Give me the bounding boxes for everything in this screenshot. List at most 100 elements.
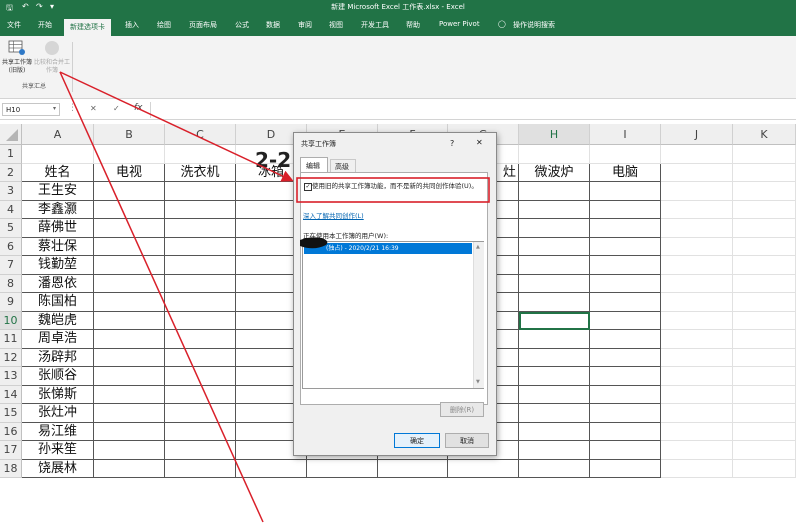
cell-c7[interactable] (165, 256, 236, 275)
cell-b14[interactable] (94, 385, 165, 404)
cell-h15[interactable] (519, 404, 590, 423)
cell-a17[interactable]: 孙来笙 (22, 441, 94, 460)
share-workbook-button[interactable]: 共享工作簿(旧版) (2, 40, 32, 75)
cell-j16[interactable] (661, 422, 733, 441)
cell-h18[interactable] (519, 459, 590, 478)
cell-c2[interactable]: 洗衣机 (165, 163, 236, 182)
cell-c3[interactable] (165, 182, 236, 201)
cell-j5[interactable] (661, 219, 733, 238)
cell-k12[interactable] (733, 348, 796, 367)
cell-c11[interactable] (165, 330, 236, 349)
cell-k18[interactable] (733, 459, 796, 478)
tab-help[interactable]: 帮助 (406, 20, 420, 30)
tab-edit[interactable]: 编辑 (300, 157, 328, 172)
cell-k7[interactable] (733, 256, 796, 275)
cell-b3[interactable] (94, 182, 165, 201)
cell-c18[interactable] (165, 459, 236, 478)
tell-me-search[interactable]: 操作说明搜索 (513, 20, 555, 30)
cell-a3[interactable]: 王生安 (22, 182, 94, 201)
column-header-b[interactable]: B (94, 124, 165, 145)
legacy-sharing-checkbox[interactable]: ✓ (304, 183, 312, 191)
name-box[interactable]: H10 (2, 103, 60, 116)
cell-k15[interactable] (733, 404, 796, 423)
cell-f18[interactable] (378, 459, 448, 478)
cell-j1[interactable] (661, 145, 733, 164)
tab-new-tab[interactable]: 新建选项卡 (64, 19, 111, 36)
cell-b4[interactable] (94, 200, 165, 219)
cell-a5[interactable]: 薛佛世 (22, 219, 94, 238)
cell-k14[interactable] (733, 385, 796, 404)
fx-icon[interactable]: fx (134, 103, 143, 113)
cell-k1[interactable] (733, 145, 796, 164)
tab-data[interactable]: 数据 (266, 20, 280, 30)
cell-k2[interactable] (733, 163, 796, 182)
cell-j17[interactable] (661, 441, 733, 460)
cell-i2[interactable]: 电脑 (590, 163, 661, 182)
cell-i7[interactable] (590, 256, 661, 275)
tab-advanced[interactable]: 高级 (330, 159, 356, 172)
cell-k17[interactable] (733, 441, 796, 460)
cell-b15[interactable] (94, 404, 165, 423)
row-header-3[interactable]: 3 (0, 182, 22, 201)
cell-g18[interactable] (448, 459, 519, 478)
cell-j14[interactable] (661, 385, 733, 404)
cell-h2[interactable]: 微波炉 (519, 163, 590, 182)
tab-insert[interactable]: 插入 (125, 20, 139, 30)
cell-a13[interactable]: 张顺谷 (22, 367, 94, 386)
column-header-a[interactable]: A (22, 124, 94, 145)
tab-draw[interactable]: 绘图 (157, 20, 171, 30)
cell-i11[interactable] (590, 330, 661, 349)
cell-c12[interactable] (165, 348, 236, 367)
cell-a6[interactable]: 蔡壮保 (22, 237, 94, 256)
row-header-8[interactable]: 8 (0, 274, 22, 293)
cell-k10[interactable] (733, 311, 796, 330)
cell-k13[interactable] (733, 367, 796, 386)
cell-a9[interactable]: 陈国柏 (22, 293, 94, 312)
help-icon[interactable]: ? (450, 139, 454, 148)
cell-h12[interactable] (519, 348, 590, 367)
user-entry[interactable]: (独占) - 2020/2/21 16:39 (304, 243, 472, 254)
cell-c8[interactable] (165, 274, 236, 293)
cell-j11[interactable] (661, 330, 733, 349)
formula-input[interactable] (150, 102, 796, 118)
column-header-i[interactable]: I (590, 124, 661, 145)
cell-h16[interactable] (519, 422, 590, 441)
tab-page-layout[interactable]: 页面布局 (189, 20, 217, 30)
cell-a1[interactable] (22, 145, 94, 164)
cell-b10[interactable] (94, 311, 165, 330)
cell-d18[interactable] (236, 459, 307, 478)
cell-c16[interactable] (165, 422, 236, 441)
cell-j7[interactable] (661, 256, 733, 275)
cancel-formula-icon[interactable]: ✕ (90, 104, 97, 113)
cell-i14[interactable] (590, 385, 661, 404)
cell-c4[interactable] (165, 200, 236, 219)
cell-e18[interactable] (307, 459, 378, 478)
tab-home[interactable]: 开始 (38, 20, 52, 30)
cell-a8[interactable]: 潘恩依 (22, 274, 94, 293)
cell-i4[interactable] (590, 200, 661, 219)
close-icon[interactable]: ✕ (476, 138, 483, 147)
cell-i15[interactable] (590, 404, 661, 423)
cell-c5[interactable] (165, 219, 236, 238)
cell-k8[interactable] (733, 274, 796, 293)
column-header-j[interactable]: J (661, 124, 733, 145)
compare-merge-button[interactable]: 比较和合并工作簿 (34, 40, 70, 75)
cell-b8[interactable] (94, 274, 165, 293)
cell-i9[interactable] (590, 293, 661, 312)
cell-b5[interactable] (94, 219, 165, 238)
cell-a14[interactable]: 张悌斯 (22, 385, 94, 404)
row-header-11[interactable]: 11 (0, 330, 22, 349)
cell-b1[interactable] (94, 145, 165, 164)
tab-review[interactable]: 审阅 (298, 20, 312, 30)
row-header-12[interactable]: 12 (0, 348, 22, 367)
cell-k16[interactable] (733, 422, 796, 441)
cell-j2[interactable] (661, 163, 733, 182)
cell-c14[interactable] (165, 385, 236, 404)
cell-c13[interactable] (165, 367, 236, 386)
tab-file[interactable]: 文件 (7, 20, 21, 30)
cell-a16[interactable]: 易江维 (22, 422, 94, 441)
cell-c17[interactable] (165, 441, 236, 460)
column-header-k[interactable]: K (733, 124, 796, 145)
row-header-6[interactable]: 6 (0, 237, 22, 256)
cell-h3[interactable] (519, 182, 590, 201)
